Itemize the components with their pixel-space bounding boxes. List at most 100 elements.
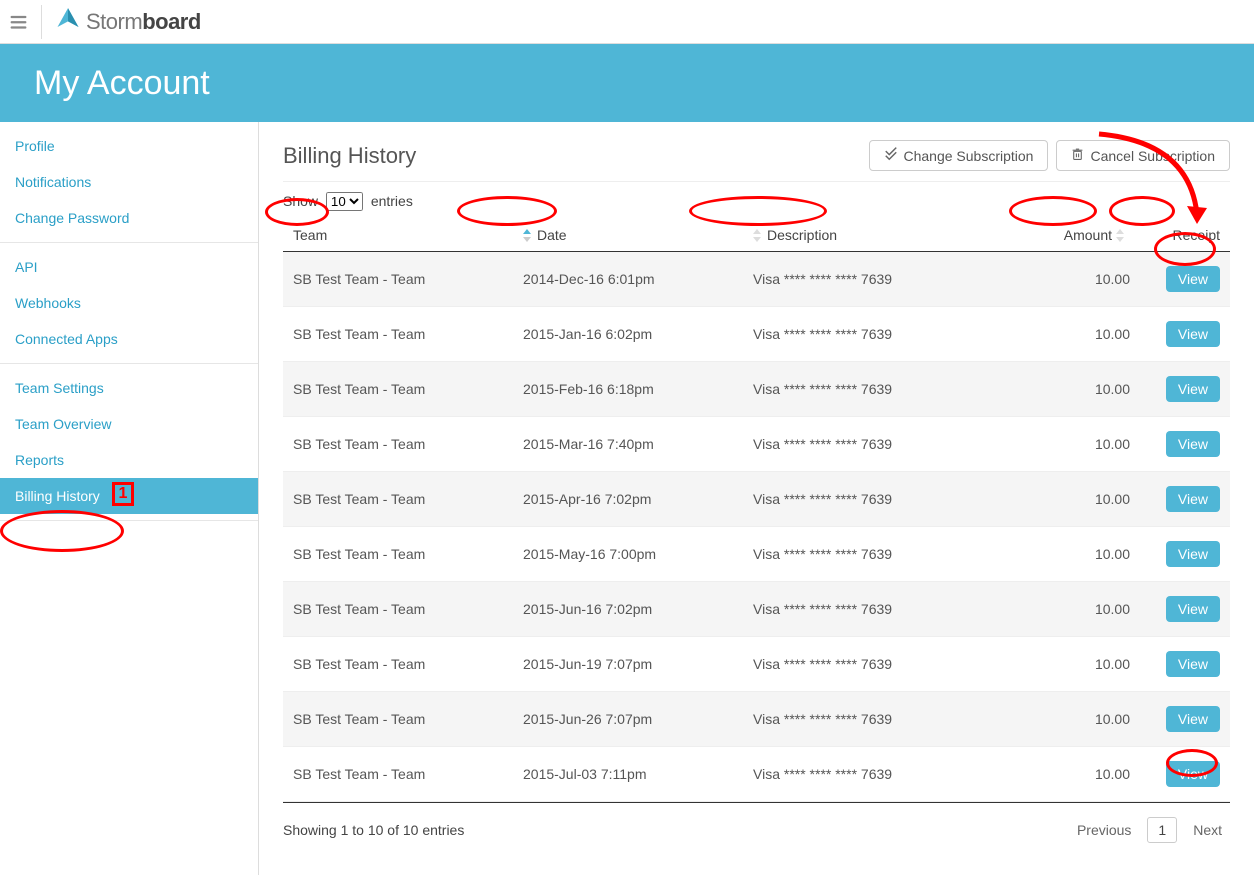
logo-text: Stormboard — [86, 9, 201, 35]
logo[interactable]: Stormboard — [54, 6, 201, 37]
sidebar-item-notifications[interactable]: Notifications — [0, 164, 258, 200]
cell-date: 2015-Feb-16 6:18pm — [513, 362, 743, 417]
cell-date: 2015-May-16 7:00pm — [513, 527, 743, 582]
billing-table: Team Date Description Amount Receipt SB … — [283, 219, 1230, 802]
sidebar-item-connected-apps[interactable]: Connected Apps — [0, 321, 258, 357]
cancel-subscription-button[interactable]: Cancel Subscription — [1056, 140, 1230, 171]
page-title: My Account — [34, 64, 210, 103]
cell-receipt: View — [1140, 747, 1230, 802]
topbar: Stormboard — [0, 0, 1254, 44]
view-button[interactable]: View — [1166, 596, 1220, 622]
cell-description: Visa **** **** **** 7639 — [743, 417, 1030, 472]
cell-team: SB Test Team - Team — [283, 637, 513, 692]
hamburger-menu[interactable] — [8, 5, 42, 39]
cell-date: 2015-Apr-16 7:02pm — [513, 472, 743, 527]
cell-receipt: View — [1140, 417, 1230, 472]
main-content: Billing History Change Subscription Canc… — [259, 122, 1254, 875]
cell-team: SB Test Team - Team — [283, 747, 513, 802]
cell-description: Visa **** **** **** 7639 — [743, 472, 1030, 527]
table-row: SB Test Team - Team2015-Mar-16 7:40pmVis… — [283, 417, 1230, 472]
sidebar-item-change-password[interactable]: Change Password — [0, 200, 258, 236]
col-amount[interactable]: Amount — [1030, 219, 1140, 252]
sidebar-item-profile[interactable]: Profile — [0, 128, 258, 164]
sidebar-item-team-overview[interactable]: Team Overview — [0, 406, 258, 442]
cell-receipt: View — [1140, 637, 1230, 692]
cell-amount: 10.00 — [1030, 582, 1140, 637]
sidebar-item-api[interactable]: API — [0, 249, 258, 285]
cell-team: SB Test Team - Team — [283, 252, 513, 307]
table-row: SB Test Team - Team2014-Dec-16 6:01pmVis… — [283, 252, 1230, 307]
entries-control: Show 10 entries — [283, 192, 1230, 211]
view-button[interactable]: View — [1166, 376, 1220, 402]
view-button[interactable]: View — [1166, 321, 1220, 347]
cell-receipt: View — [1140, 582, 1230, 637]
cell-description: Visa **** **** **** 7639 — [743, 747, 1030, 802]
sidebar-item-team-settings[interactable]: Team Settings — [0, 370, 258, 406]
cell-receipt: View — [1140, 527, 1230, 582]
table-row: SB Test Team - Team2015-Apr-16 7:02pmVis… — [283, 472, 1230, 527]
cell-team: SB Test Team - Team — [283, 692, 513, 747]
cell-team: SB Test Team - Team — [283, 472, 513, 527]
cell-amount: 10.00 — [1030, 252, 1140, 307]
change-subscription-button[interactable]: Change Subscription — [869, 140, 1049, 171]
col-receipt[interactable]: Receipt — [1140, 219, 1230, 252]
cell-amount: 10.00 — [1030, 527, 1140, 582]
check-icon — [884, 147, 898, 164]
cell-date: 2015-Jul-03 7:11pm — [513, 747, 743, 802]
trash-icon — [1071, 147, 1084, 164]
col-date[interactable]: Date — [513, 219, 743, 252]
sidebar-item-reports[interactable]: Reports — [0, 442, 258, 478]
cell-description: Visa **** **** **** 7639 — [743, 527, 1030, 582]
col-team[interactable]: Team — [283, 219, 513, 252]
view-button[interactable]: View — [1166, 541, 1220, 567]
table-row: SB Test Team - Team2015-Feb-16 6:18pmVis… — [283, 362, 1230, 417]
col-description[interactable]: Description — [743, 219, 1030, 252]
table-row: SB Test Team - Team2015-Jun-19 7:07pmVis… — [283, 637, 1230, 692]
showing-text: Showing 1 to 10 of 10 entries — [283, 822, 464, 838]
cell-receipt: View — [1140, 252, 1230, 307]
cell-amount: 10.00 — [1030, 692, 1140, 747]
table-row: SB Test Team - Team2015-Jun-16 7:02pmVis… — [283, 582, 1230, 637]
view-button[interactable]: View — [1166, 431, 1220, 457]
table-row: SB Test Team - Team2015-May-16 7:00pmVis… — [283, 527, 1230, 582]
cell-description: Visa **** **** **** 7639 — [743, 637, 1030, 692]
view-button[interactable]: View — [1166, 706, 1220, 732]
pagination: Previous 1 Next — [1069, 817, 1230, 843]
cell-receipt: View — [1140, 692, 1230, 747]
cell-date: 2015-Jun-16 7:02pm — [513, 582, 743, 637]
cell-team: SB Test Team - Team — [283, 582, 513, 637]
cell-date: 2014-Dec-16 6:01pm — [513, 252, 743, 307]
cell-description: Visa **** **** **** 7639 — [743, 307, 1030, 362]
cell-team: SB Test Team - Team — [283, 527, 513, 582]
view-button[interactable]: View — [1166, 486, 1220, 512]
entries-select[interactable]: 10 — [326, 192, 363, 211]
cell-receipt: View — [1140, 307, 1230, 362]
cell-date: 2015-Jun-26 7:07pm — [513, 692, 743, 747]
cell-amount: 10.00 — [1030, 362, 1140, 417]
table-row: SB Test Team - Team2015-Jul-03 7:11pmVis… — [283, 747, 1230, 802]
view-button[interactable]: View — [1166, 266, 1220, 292]
cell-amount: 10.00 — [1030, 417, 1140, 472]
sidebar-item-webhooks[interactable]: Webhooks — [0, 285, 258, 321]
page-1[interactable]: 1 — [1147, 817, 1177, 843]
cell-date: 2015-Mar-16 7:40pm — [513, 417, 743, 472]
cell-amount: 10.00 — [1030, 637, 1140, 692]
table-row: SB Test Team - Team2015-Jan-16 6:02pmVis… — [283, 307, 1230, 362]
view-button[interactable]: View — [1166, 761, 1220, 787]
table-row: SB Test Team - Team2015-Jun-26 7:07pmVis… — [283, 692, 1230, 747]
cell-receipt: View — [1140, 472, 1230, 527]
cell-date: 2015-Jun-19 7:07pm — [513, 637, 743, 692]
cell-team: SB Test Team - Team — [283, 307, 513, 362]
content-title: Billing History — [283, 143, 416, 169]
cell-date: 2015-Jan-16 6:02pm — [513, 307, 743, 362]
sidebar-item-billing-history[interactable]: Billing History — [0, 478, 258, 514]
cell-team: SB Test Team - Team — [283, 417, 513, 472]
cell-description: Visa **** **** **** 7639 — [743, 362, 1030, 417]
cell-description: Visa **** **** **** 7639 — [743, 692, 1030, 747]
cell-amount: 10.00 — [1030, 472, 1140, 527]
cell-description: Visa **** **** **** 7639 — [743, 582, 1030, 637]
page-banner: My Account — [0, 44, 1254, 122]
cell-amount: 10.00 — [1030, 747, 1140, 802]
view-button[interactable]: View — [1166, 651, 1220, 677]
cell-description: Visa **** **** **** 7639 — [743, 252, 1030, 307]
